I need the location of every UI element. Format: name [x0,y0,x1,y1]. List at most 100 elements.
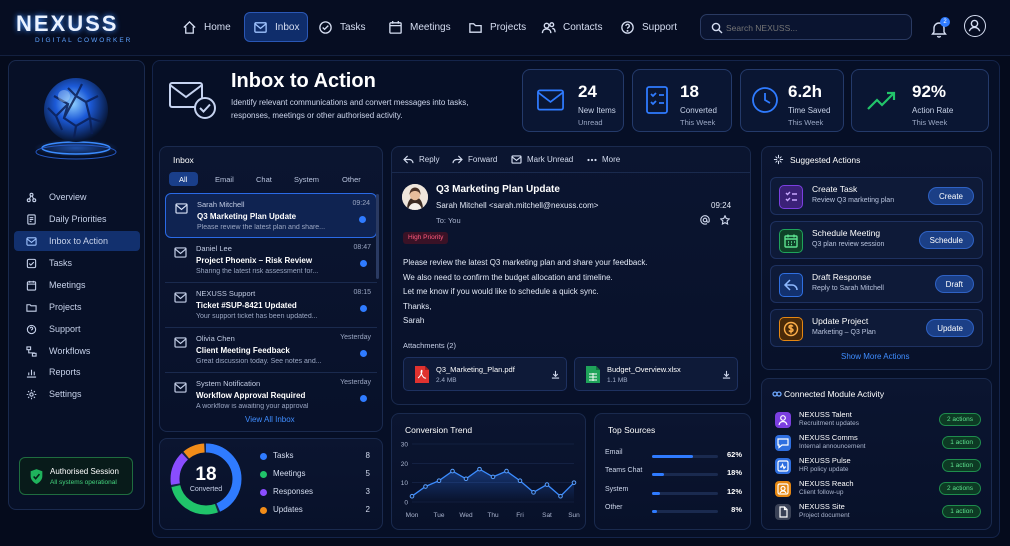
attachment-xlsx[interactable]: Budget_Overview.xlsx 1.1 MB [574,357,738,391]
talent-icon [775,412,791,428]
nav-projects[interactable]: Projects [460,12,534,42]
sidebar-item-label: Settings [49,389,82,399]
trend-point [531,490,536,495]
comms-icon [775,435,791,451]
inbox-message-selected[interactable]: Sarah Mitchell Q3 Marketing Plan Update … [165,193,377,238]
nav-label: Contacts [563,21,603,33]
forward-button[interactable]: Forward [452,155,497,164]
nav-support[interactable]: Support [612,12,685,42]
create-button[interactable]: Create [927,187,974,205]
more-button[interactable]: More [587,155,620,164]
module-actions-pill[interactable]: 1 action [942,505,981,518]
trend-point [490,474,496,480]
message-subject: Workflow Approval Required [196,391,306,400]
tab-other[interactable]: Other [342,175,361,184]
notifications-button[interactable]: 2 [930,17,950,39]
tab-system[interactable]: System [294,175,319,184]
workflow-icon [26,345,37,357]
sidebar-item-overview[interactable]: Overview [14,187,140,207]
module-row-site[interactable]: NEXUSS Site Project document 1 action [772,502,984,522]
legend-label: Responses [273,487,314,496]
reply-button[interactable]: Reply [403,155,439,164]
action-title: Create Task [812,184,858,194]
source-bar-track [652,492,718,495]
connected-modules-title: Connected Module Activity [784,389,885,399]
inbox-message[interactable]: System Notification Workflow Approval Re… [165,373,377,418]
search-box[interactable] [700,14,912,40]
show-more-actions-link[interactable]: Show More Actions [841,352,909,361]
download-icon[interactable] [722,370,731,379]
body-line: We also need to confirm the budget alloc… [403,272,613,282]
inbox-message[interactable]: Daniel Lee Project Phoenix – Risk Review… [165,238,377,283]
sidebar-item-settings[interactable]: Settings [14,384,140,404]
message-time: 09:24 [711,201,732,210]
sidebar-item-label: Reports [49,367,81,377]
sidebar-item-projects[interactable]: Projects [14,297,140,317]
stat-card-action-rate: 92% Action Rate This Week [851,69,989,132]
nav-contacts[interactable]: Contacts [533,12,610,42]
nav-inbox[interactable]: Inbox [244,12,309,42]
sidebar-item-meetings[interactable]: Meetings [14,275,140,295]
attachment-name: Q3_Marketing_Plan.pdf [436,365,515,374]
sidebar-item-reports[interactable]: Reports [14,362,140,382]
mention-icon[interactable] [700,215,710,225]
nodes-icon [26,192,37,202]
donut-total: 18 [195,464,217,485]
inbox-message[interactable]: NEXUSS Support Ticket #SUP-8421 Updated … [165,283,377,328]
module-actions-pill[interactable]: 1 action [942,459,981,472]
checklist-icon [646,86,668,114]
suggested-action-draft-response: Draft Response Reply to Sarah Mitchell D… [770,265,983,303]
toolbar-label: Mark Unread [527,155,574,164]
module-actions-pill[interactable]: 2 actions [938,482,981,495]
message-recipient: To: You [436,216,461,225]
nav-tasks[interactable]: Tasks [310,12,374,42]
legend-label: Updates [273,505,303,514]
search-input[interactable] [726,20,906,35]
sidebar-item-inbox-to-action[interactable]: Inbox to Action [14,231,140,251]
sidebar-item-daily-priorities[interactable]: Daily Priorities [14,209,140,229]
module-actions-pill[interactable]: 1 action [942,436,981,449]
module-actions-pill[interactable]: 2 actions [938,413,981,426]
attachment-pdf[interactable]: Q3_Marketing_Plan.pdf 2.4 MB [403,357,567,391]
tab-chat[interactable]: Chat [256,175,272,184]
y-tick-label: 30 [401,442,409,449]
star-icon[interactable] [720,215,730,225]
trend-point [477,466,482,472]
module-row-pulse[interactable]: NEXUSS Pulse HR policy update 1 action [772,456,984,476]
update-button[interactable]: Update [926,319,974,337]
view-all-inbox-link[interactable]: View All Inbox [245,415,295,424]
message-preview: Sharing the latest risk assessment for..… [196,268,319,275]
draft-button[interactable]: Draft [934,275,974,293]
mark-unread-button[interactable]: Mark Unread [511,155,573,164]
reach-icon [775,481,791,497]
contacts-icon [541,21,556,33]
toolbar-label: Forward [468,155,498,164]
download-icon[interactable] [551,370,560,379]
tab-email[interactable]: Email [215,175,234,184]
module-row-reach[interactable]: NEXUSS Reach Client follow-up 2 actions [772,479,984,499]
module-name: NEXUSS Pulse [799,456,851,465]
sidebar-item-support[interactable]: Support [14,319,140,339]
toolbar-label: More [602,155,621,164]
message-preview: Great discussion today. See notes and... [196,358,322,365]
stat-card-converted: 18 Converted This Week [632,69,732,132]
message-sender: Sarah Mitchell <sarah.mitchell@nexuss.co… [436,201,599,210]
module-desc: Recruitment updates [799,420,859,427]
message-toolbar-divider [392,172,750,173]
user-avatar[interactable] [964,15,986,37]
nav-home[interactable]: Home [174,12,239,42]
source-row: Email 62% [605,447,742,461]
nav-meetings[interactable]: Meetings [380,12,459,42]
brand-logo[interactable]: NEXUSS DIGITAL COWORKER [16,11,146,47]
inbox-message[interactable]: Olivia Chen Client Meeting Feedback Grea… [165,328,377,373]
stat-sub: This Week [788,118,824,127]
module-row-talent[interactable]: NEXUSS Talent Recruitment updates 2 acti… [772,410,984,430]
schedule-button[interactable]: Schedule [918,231,974,249]
inbox-scrollbar[interactable] [376,194,379,279]
action-sub: Q3 plan review session [812,241,885,248]
sidebar-item-tasks[interactable]: Tasks [14,253,140,273]
mail-icon [174,337,187,348]
nav-label: Meetings [410,21,451,33]
module-row-comms[interactable]: NEXUSS Comms Internal announcement 1 act… [772,433,984,453]
sidebar-item-workflows[interactable]: Workflows [14,341,140,361]
